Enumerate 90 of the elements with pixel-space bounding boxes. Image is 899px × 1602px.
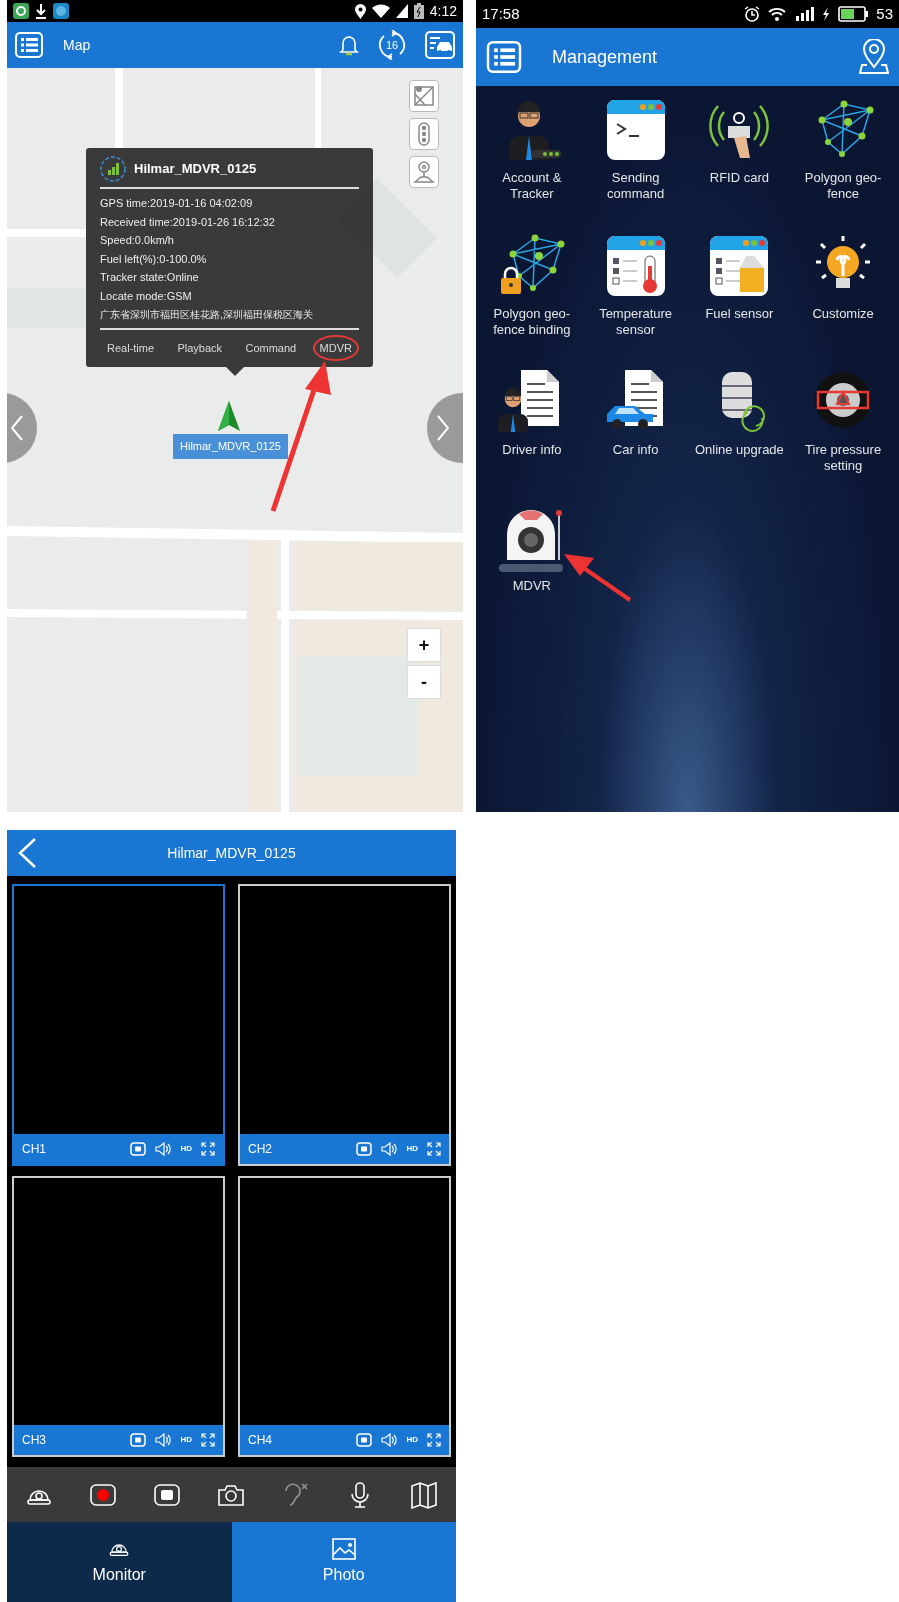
tab[interactable]: Photo bbox=[231, 1522, 456, 1602]
fullscreen-icon[interactable] bbox=[201, 1141, 215, 1156]
signal-icon bbox=[395, 4, 408, 18]
vehicle-list-button[interactable] bbox=[425, 31, 455, 59]
alarm-clock-icon bbox=[744, 6, 761, 22]
vehicle-marker-icon bbox=[218, 401, 240, 431]
menu-tile[interactable]: Tire pressure setting bbox=[791, 368, 895, 504]
quality-toggle[interactable]: HD bbox=[406, 1142, 418, 1155]
map-layer-icon bbox=[413, 84, 435, 108]
info-line: Fuel left(%):0-100.0% bbox=[100, 251, 208, 267]
wifi-icon bbox=[768, 7, 787, 21]
chevron-left-icon bbox=[11, 415, 23, 441]
bell-button[interactable] bbox=[339, 34, 359, 56]
annotation-arrow bbox=[564, 554, 632, 602]
popup-action[interactable]: Playback bbox=[170, 334, 230, 362]
zoom-out-button[interactable]: - bbox=[407, 665, 441, 699]
quality-toggle[interactable]: HD bbox=[180, 1434, 192, 1446]
refresh-button[interactable]: 16 bbox=[377, 30, 407, 60]
video-panel[interactable]: CH1 HD bbox=[12, 884, 225, 1166]
screen-title: Management bbox=[552, 45, 659, 69]
video-panel[interactable]: CH2 HD bbox=[238, 884, 451, 1166]
app-icon bbox=[53, 3, 69, 19]
fullscreen-icon[interactable] bbox=[427, 1141, 441, 1156]
map-layer-button[interactable] bbox=[409, 80, 439, 112]
speaker-icon[interactable] bbox=[155, 1141, 172, 1156]
info-line: Tracker state:Online bbox=[100, 270, 200, 286]
tab[interactable]: Monitor bbox=[7, 1522, 232, 1602]
signal-icon bbox=[794, 7, 815, 21]
speaker-icon[interactable] bbox=[155, 1433, 172, 1447]
street-view-button[interactable] bbox=[409, 156, 439, 188]
channel-label: CH1 bbox=[22, 1140, 47, 1158]
street-view-icon bbox=[413, 160, 435, 184]
status-time: 17:58 bbox=[482, 3, 520, 24]
address-text: 广东省深圳市福田区桂花路,深圳福田保税区海关 bbox=[100, 307, 314, 322]
quality-toggle[interactable]: HD bbox=[406, 1434, 418, 1446]
map-icon[interactable] bbox=[408, 1480, 439, 1509]
screen-title: Map bbox=[63, 35, 92, 55]
info-line: Locate mode:GSM bbox=[100, 288, 193, 304]
record-icon[interactable] bbox=[356, 1433, 373, 1447]
menu-tile[interactable]: Driver info bbox=[480, 368, 584, 504]
popup-title: Hilmar_MDVR_0125 bbox=[134, 160, 257, 179]
video-panel[interactable]: CH3 HD bbox=[12, 1175, 225, 1457]
fullscreen-icon[interactable] bbox=[427, 1433, 441, 1447]
location-button[interactable] bbox=[859, 39, 889, 75]
status-time: 4:12 bbox=[429, 1, 457, 21]
channel-label: CH3 bbox=[22, 1432, 47, 1449]
app-icon bbox=[13, 3, 29, 19]
screen-title: Hilmar_MDVR_0125 bbox=[166, 843, 297, 863]
location-pin-icon bbox=[354, 3, 366, 19]
record-icon[interactable] bbox=[130, 1433, 147, 1447]
battery-icon bbox=[413, 3, 424, 19]
menu-tile[interactable]: Polygon geo-fence binding bbox=[480, 232, 584, 368]
info-line: GPS time:2019-01-16 04:02:09 bbox=[100, 196, 254, 211]
menu-tile[interactable]: MDVR bbox=[480, 504, 584, 640]
record-icon[interactable] bbox=[130, 1141, 147, 1156]
popup-action[interactable]: MDVR bbox=[312, 334, 359, 362]
channel-label: CH2 bbox=[248, 1140, 273, 1158]
menu-button[interactable] bbox=[15, 32, 43, 58]
menu-tile[interactable]: Car info bbox=[583, 368, 688, 504]
speaker-icon[interactable] bbox=[381, 1433, 398, 1447]
menu-tile[interactable]: Polygon geo-fence bbox=[791, 96, 895, 232]
battery-icon bbox=[838, 6, 869, 22]
marker-label: Hilmar_MDVR_0125 bbox=[173, 434, 288, 459]
battery-level: 53 bbox=[876, 3, 893, 24]
menu-tile[interactable]: Sending command bbox=[583, 96, 688, 232]
traffic-light-button[interactable] bbox=[409, 118, 439, 150]
quality-toggle[interactable]: HD bbox=[180, 1142, 192, 1155]
menu-tile[interactable]: Fuel sensor bbox=[687, 232, 792, 368]
channel-label: CH4 bbox=[248, 1432, 273, 1449]
back-button[interactable] bbox=[17, 837, 37, 869]
zoom-in-button[interactable]: + bbox=[407, 628, 441, 662]
fullscreen-icon[interactable] bbox=[201, 1433, 215, 1447]
download-icon bbox=[35, 3, 47, 19]
menu-tile[interactable]: Online upgrade bbox=[687, 368, 792, 504]
popup-action[interactable]: Real-time bbox=[100, 334, 162, 362]
record-icon[interactable] bbox=[356, 1141, 373, 1156]
menu-tile[interactable]: Account & Tracker bbox=[480, 96, 584, 232]
speaker-icon[interactable] bbox=[381, 1141, 398, 1156]
info-line: Received time:2019-01-26 16:12:32 bbox=[100, 214, 276, 230]
charging-icon bbox=[822, 7, 831, 21]
signal-status-icon bbox=[100, 156, 126, 182]
menu-button[interactable] bbox=[486, 41, 522, 73]
video-panel[interactable]: CH4 HD bbox=[238, 1175, 451, 1457]
menu-tile[interactable]: Temperature sensor bbox=[583, 232, 688, 368]
menu-tile[interactable]: RFID card bbox=[687, 96, 792, 232]
chevron-right-icon bbox=[437, 415, 449, 441]
wifi-icon bbox=[371, 4, 390, 18]
popup-action[interactable]: Command bbox=[238, 334, 304, 362]
info-line: Speed:0.0km/h bbox=[100, 233, 175, 249]
menu-tile[interactable]: Customize bbox=[791, 232, 895, 368]
